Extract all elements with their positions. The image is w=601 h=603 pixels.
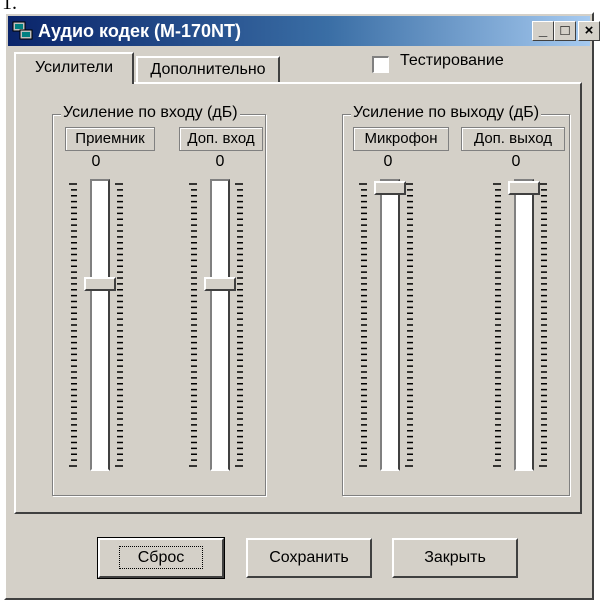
aux-output-channel-button[interactable]: Доп. выход [461, 127, 565, 151]
tab-label: Дополнительно [150, 61, 266, 78]
output-gain-title: Усиление по выходу (дБ) [351, 104, 542, 122]
save-button-label: Сохранить [269, 549, 349, 566]
receiver-channel-button[interactable]: Приемник [65, 127, 155, 151]
title-bar[interactable]: Аудио кодек (M-170NT) _ □ × [8, 16, 600, 46]
maximize-button[interactable]: □ [554, 21, 576, 41]
app-network-icon [12, 21, 33, 40]
slider-ticks [539, 183, 547, 467]
microphone-gain-slider[interactable] [359, 179, 423, 471]
slider-track [90, 179, 110, 471]
aux-input-value: 0 [215, 153, 225, 170]
close-button[interactable]: Закрыть [392, 538, 518, 578]
slider-thumb[interactable] [374, 181, 406, 195]
close-window-button[interactable]: × [578, 21, 600, 41]
reset-button-label: Сброс [118, 546, 204, 569]
slider-ticks [359, 183, 367, 467]
slider-track [210, 179, 230, 471]
dialog-window: Аудио кодек (M-170NT) _ □ × Усилители До… [4, 12, 600, 600]
slider-track [380, 179, 400, 471]
receiver-gain-slider[interactable] [69, 179, 133, 471]
slider-thumb[interactable] [204, 276, 236, 291]
tab-panel-amplifiers: Усиление по входу (дБ) Приемник Доп. вхо… [14, 82, 582, 514]
aux-output-value: 0 [511, 153, 521, 170]
minimize-button[interactable]: _ [532, 21, 554, 41]
tab-label: Усилители [34, 59, 114, 76]
slider-ticks [69, 183, 77, 467]
aux-input-gain-slider[interactable] [189, 179, 253, 471]
close-button-label: Закрыть [424, 549, 486, 566]
testing-label: Тестирование [400, 52, 504, 69]
slider-ticks [405, 183, 413, 467]
slider-ticks [189, 183, 197, 467]
aux-output-gain-slider[interactable] [493, 179, 557, 471]
microphone-value: 0 [383, 153, 393, 170]
slider-ticks [235, 183, 243, 467]
save-button[interactable]: Сохранить [246, 538, 372, 578]
slider-ticks [493, 183, 501, 467]
input-gain-group: Усиление по входу (дБ) Приемник Доп. вхо… [52, 104, 266, 496]
aux-input-channel-button[interactable]: Доп. вход [179, 127, 263, 151]
receiver-value: 0 [91, 153, 101, 170]
testing-checkbox[interactable] [372, 56, 389, 73]
reset-button[interactable]: Сброс [97, 537, 225, 579]
tab-amplifiers[interactable]: Усилители [14, 52, 134, 84]
slider-track [514, 179, 534, 471]
window-title: Аудио кодек (M-170NT) [38, 21, 242, 41]
microphone-channel-button[interactable]: Микрофон [353, 127, 449, 151]
slider-thumb[interactable] [508, 181, 540, 195]
slider-thumb[interactable] [84, 276, 116, 291]
output-gain-group: Усиление по выходу (дБ) Микрофон Доп. вы… [342, 104, 570, 496]
tab-additional[interactable]: Дополнительно [136, 56, 280, 82]
input-gain-title: Усиление по входу (дБ) [61, 104, 240, 122]
slider-ticks [115, 183, 123, 467]
